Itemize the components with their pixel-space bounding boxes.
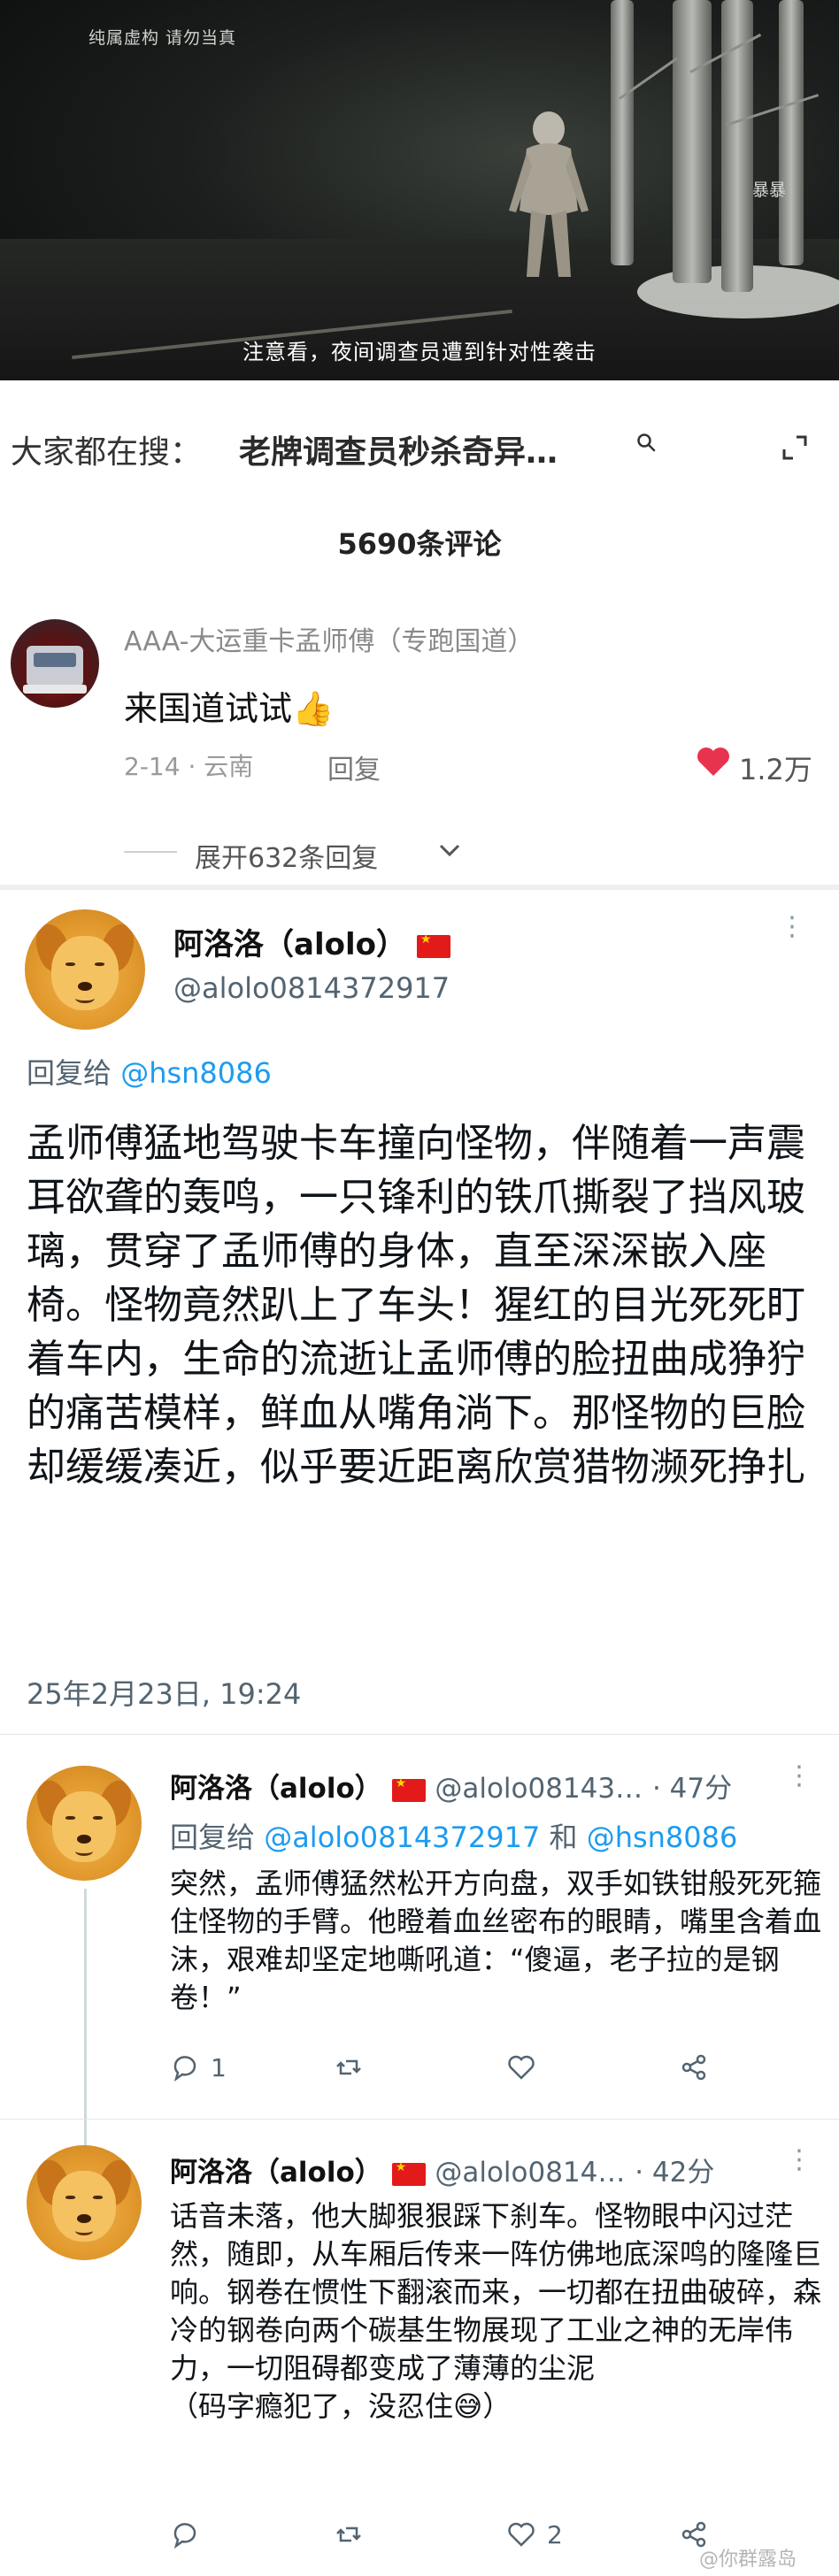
creature-figure	[509, 111, 589, 277]
comment-count: 5690条评论	[337, 527, 502, 561]
reply-aside: （码字瘾犯了，没忍住😅）	[170, 2389, 512, 2423]
dog-mouth	[74, 2226, 94, 2235]
like-action[interactable]	[506, 2052, 547, 2082]
reply-body: 突然，孟师傅猛然松开方向盘，双手如铁钳般死死箍住怪物的手臂。他瞪着血丝密布的眼睛…	[170, 1867, 822, 2014]
comment-body: 来国道试试	[124, 689, 293, 728]
expand-icon[interactable]	[777, 430, 812, 465]
comment-text: 来国道试试👍	[124, 681, 334, 730]
retweet-icon	[336, 2059, 361, 2075]
tweet-body: 孟师傅猛地驾驶卡车撞向怪物，伴随着一声震耳欲聋的轰鸣，一只锋利的铁爪撕裂了挡风玻…	[27, 1121, 805, 1490]
retweet-icon	[336, 2526, 361, 2542]
comment-date-location: 2-14 · 云南	[124, 752, 254, 781]
tweet-timestamp[interactable]: 25年2月23日, 19:24	[27, 1672, 301, 1713]
divider-line	[0, 1734, 839, 1735]
reply-header[interactable]: 阿洛洛（alolo） @alolo08143… · 47分	[170, 1766, 732, 1806]
like-count: 2	[547, 2519, 563, 2549]
tree-trunk	[721, 0, 753, 292]
section-divider	[0, 885, 839, 890]
reply-to-label: 回复给	[170, 1821, 256, 1854]
reply-actions: 2	[170, 2519, 789, 2564]
like-action[interactable]: 2	[506, 2519, 563, 2549]
tweet-author[interactable]: 阿洛洛（alolo）	[173, 920, 450, 963]
dog-mouth	[74, 1846, 94, 1856]
avatar[interactable]	[25, 909, 145, 1030]
dog-eye	[94, 962, 104, 966]
comment-like-count: 1.2万	[739, 753, 812, 786]
dog-eye	[93, 1816, 103, 1821]
video-watermark: 纯属虚构 请勿当真	[89, 28, 237, 48]
reply-action[interactable]: 1	[170, 2052, 227, 2082]
author-name: 阿洛洛（alolo）	[173, 927, 406, 962]
trending-search-bar[interactable]: 大家都在搜： 老牌调查员秒杀奇异…	[0, 407, 839, 478]
heart-outline-icon	[508, 2522, 535, 2547]
china-flag-icon	[391, 1776, 426, 1802]
video-frame[interactable]: 纯属虚构 请勿当真 暴暴 注意看，夜间调查员遭到针对性袭击	[0, 0, 839, 380]
dog-eye	[93, 2196, 103, 2200]
tweet-handle[interactable]: @alolo0814372917	[173, 971, 450, 1005]
reply-to-line: 回复给 @hsn8086	[27, 1051, 272, 1092]
reply-header[interactable]: 阿洛洛（alolo） @alolo0814… · 42分	[170, 2150, 714, 2189]
search-query-link[interactable]: 老牌调查员秒杀奇异…	[239, 426, 558, 472]
heart-icon[interactable]	[696, 746, 731, 778]
search-icon[interactable]	[635, 432, 657, 453]
dog-eye	[65, 1816, 75, 1821]
share-action[interactable]	[679, 2052, 709, 2082]
comment-icon	[173, 2523, 196, 2549]
share-icon	[681, 2054, 706, 2081]
reply-to-mention[interactable]: @alolo0814372917	[264, 1821, 540, 1854]
dog-eye	[65, 2196, 75, 2200]
avatar[interactable]	[27, 1766, 142, 1881]
more-options-icon[interactable]: ⋮	[786, 1760, 812, 1791]
tree-trunk	[611, 0, 634, 265]
thumbs-up-icon: 👍	[292, 689, 335, 728]
search-prefix: 大家都在搜：	[11, 434, 203, 471]
comment-author[interactable]: AAA-大运重卡孟师傅（专跑国道）	[124, 619, 534, 658]
reply-actions: 1	[170, 2052, 789, 2097]
author-name: 阿洛洛（alolo）	[170, 1773, 382, 1805]
retweet-action[interactable]	[334, 2052, 374, 2082]
more-options-icon[interactable]: ⋮	[786, 2144, 812, 2175]
tree-trunk	[673, 0, 712, 283]
reply-to-mention[interactable]: @hsn8086	[587, 1821, 738, 1854]
reply-body-text: 话音未落，他大脚狠狠踩下刹车。怪物眼中闪过茫然，随即，从车厢后传来一阵仿佛地底深…	[170, 2199, 822, 2385]
comment-reply-button[interactable]: 回复	[327, 748, 381, 786]
retweet-action[interactable]	[334, 2519, 374, 2549]
tree-trunk	[779, 0, 804, 265]
reply-to-and: 和	[549, 1821, 578, 1854]
comment-icon	[173, 2056, 196, 2082]
reply-to-mention[interactable]: @hsn8086	[120, 1056, 272, 1090]
reply-handle: @alolo0814…	[435, 2157, 626, 2189]
video-corner-tag: 暴暴	[752, 180, 787, 200]
china-flag-icon	[416, 932, 450, 958]
avatar[interactable]	[11, 619, 99, 708]
divider-line	[0, 2119, 839, 2120]
china-flag-icon	[391, 2160, 426, 2186]
reply-body: 话音未落，他大脚狠狠踩下刹车。怪物眼中闪过茫然，随即，从车厢后传来一阵仿佛地底深…	[170, 2197, 825, 2426]
heart-outline-icon	[508, 2055, 535, 2080]
dog-eye	[65, 962, 76, 966]
divider-line	[124, 851, 177, 853]
chevron-down-icon[interactable]	[438, 842, 461, 858]
author-name: 阿洛洛（alolo）	[170, 2157, 382, 2189]
reply-age: · 42分	[635, 2157, 715, 2189]
image-watermark: @你群露岛	[699, 2549, 797, 2571]
reply-age: · 47分	[651, 1773, 733, 1805]
reply-action[interactable]	[170, 2519, 211, 2549]
reply-to-line: 回复给 @alolo0814372917 和 @hsn8086	[170, 1815, 737, 1856]
expand-replies-button[interactable]: 展开632条回复	[195, 836, 378, 875]
more-options-icon[interactable]: ⋮	[779, 911, 805, 942]
thread-connector	[84, 1889, 87, 2154]
avatar-truck-bumper	[23, 685, 87, 694]
reply-count: 1	[211, 2052, 227, 2082]
reply-handle: @alolo08143…	[435, 1773, 643, 1805]
avatar-truck-window	[34, 653, 76, 667]
video-subtitle: 注意看，夜间调查员遭到针对性袭击	[242, 340, 597, 364]
avatar[interactable]	[27, 2145, 142, 2260]
reply-to-label: 回复给	[27, 1056, 112, 1090]
